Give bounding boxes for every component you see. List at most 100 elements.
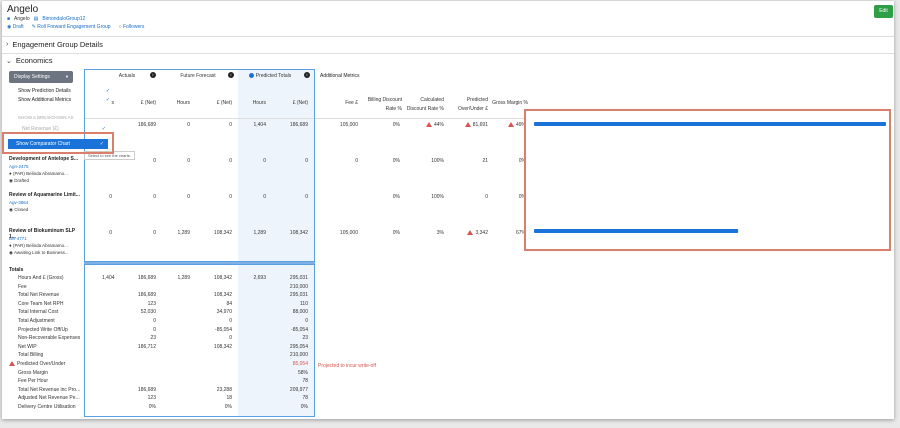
- totals-cell: 18: [226, 395, 232, 402]
- totals-cell: 78: [302, 395, 308, 402]
- totals-cell: 108,342: [213, 275, 232, 281]
- check-icon: ✓: [105, 97, 110, 103]
- totals-cell: 186,712: [137, 343, 156, 350]
- app-window: Angelo ■ Angelo ▤ BimondaloGroup12 ◉ Dra…: [2, 1, 894, 419]
- totals-cell: 0: [229, 335, 232, 342]
- menu-heading-breakdown: SHOW £ BREAKDOWN AS: [18, 115, 74, 120]
- divider: [2, 36, 894, 37]
- warning-icon: [9, 361, 15, 366]
- warning-icon: [425, 122, 432, 127]
- menu-item-show-prediction-details[interactable]: Show Prediction Details ✓: [18, 88, 110, 94]
- subhdr-gross-margin: Gross Margin %: [492, 100, 528, 106]
- totals-cell: 23: [150, 335, 156, 342]
- totals-row: Predicted Over/Under 85,054: [2, 361, 322, 369]
- totals-row-label: Fee: [18, 283, 27, 290]
- totals-row: Fee 210,000: [2, 284, 322, 292]
- col-additional-metrics: Additional Metrics: [320, 73, 360, 79]
- totals-row: Projected Write Off/Up 0 -85,054 -85,054: [2, 327, 322, 335]
- totals-row-label: Net WIP: [18, 343, 37, 350]
- status-icon: ◉: [9, 178, 13, 183]
- project-code[interactable]: Agv-3864: [9, 200, 28, 205]
- totals-cell: 210,000: [289, 352, 308, 359]
- totals-cell: 78: [302, 378, 308, 385]
- totals-cell: 88,000: [292, 309, 308, 316]
- totals-row: Total Billing 210,000: [2, 352, 322, 360]
- client-name: Angelo: [14, 16, 30, 22]
- subhdr-predicted-over-under: Predicted Over/Under £: [457, 97, 488, 112]
- totals-row: Total Adjustment 0 0 0: [2, 318, 322, 326]
- totals-row-label: Total Adjustment: [18, 318, 55, 324]
- chart-bar-0: [534, 122, 886, 126]
- status-draft[interactable]: ◉ Draft: [7, 24, 24, 30]
- group-icon: ▤: [33, 16, 39, 22]
- comparator-chart: [524, 109, 891, 251]
- totals-cell: 1,289: [177, 275, 190, 281]
- totals-row: Gross Margin 58%: [2, 370, 322, 378]
- totals-row: Delivery Centre Utilisation 0% 0% 0%: [2, 404, 322, 412]
- roll-forward-link[interactable]: ✎ Roll Forward Engagement Group: [32, 24, 111, 30]
- status-icon: ◉: [9, 250, 13, 255]
- status-icon: ◉: [7, 24, 12, 30]
- project-code[interactable]: Biv-4771: [9, 236, 27, 241]
- chart-bar-1: [534, 229, 739, 233]
- totals-cell: 0: [305, 318, 308, 324]
- warning-icon: [467, 230, 474, 235]
- totals-row: Total Internal Cost 52,030 34,970 88,000: [2, 309, 322, 317]
- divider: [2, 53, 894, 54]
- totals-cell: 123: [147, 300, 156, 307]
- status-icon: ◉: [9, 207, 13, 212]
- projected-note: Projected to incur write-off: [318, 363, 376, 369]
- chevron-right-icon: ›: [6, 41, 9, 48]
- project-code[interactable]: Agn-2475: [9, 164, 29, 169]
- totals-cell: 108,342: [213, 343, 232, 350]
- totals-row-label: Hours And £ (Gross): [18, 275, 64, 281]
- warning-icon: [464, 122, 471, 127]
- totals-cell: 186,689: [137, 386, 156, 393]
- totals-row: Net WIP 186,712 108,342 295,054: [2, 344, 322, 352]
- totals-cell: 0: [153, 318, 156, 324]
- menu-item-show-additional-metrics[interactable]: Show Additional Metrics ✓: [18, 97, 110, 103]
- section-economics[interactable]: ⌄ Economics: [6, 56, 53, 65]
- totals-cell: 85,054: [292, 361, 308, 367]
- totals-cell: 34,970: [216, 309, 232, 316]
- totals-row-label: Predicted Over/Under: [9, 361, 65, 367]
- section-engagement-group-details[interactable]: › Engagement Group Details: [6, 40, 103, 49]
- totals-row-label: Total Internal Cost: [18, 309, 59, 316]
- totals-row-label: Total Billing: [18, 352, 44, 359]
- totals-cell: 186,689: [137, 275, 156, 281]
- comparator-chart-svg: [534, 122, 886, 233]
- totals-cell: 295,031: [289, 292, 308, 299]
- totals-cell: 23,288: [216, 386, 232, 393]
- totals-row-label: Delivery Centre Utilisation: [18, 404, 76, 410]
- totals-row-label: Total Net Revenue inc Pro...: [18, 386, 81, 393]
- totals-title: Totals: [9, 267, 24, 273]
- page-title: Angelo: [7, 4, 39, 15]
- totals-cell: 0%: [148, 404, 156, 410]
- project-name[interactable]: Review of Aquamarine Limit...: [9, 192, 83, 198]
- totals-cell: 1,404: [102, 275, 115, 281]
- totals-row: Total Net Revenue 186,689 108,342 295,031: [2, 292, 322, 300]
- followers-link[interactable]: ○ Followers: [119, 24, 145, 30]
- totals-row: Hours And £ (Gross) 1,404 186,689 1,289 108,…: [2, 275, 322, 283]
- totals-cell: 186,689: [137, 292, 156, 299]
- edit-button[interactable]: Edit: [874, 5, 893, 18]
- totals-row: Adjusted Net Revenue Pe... 123 18 78: [2, 395, 322, 403]
- totals-cell: 210,000: [289, 283, 308, 290]
- warning-icon: [507, 122, 514, 127]
- user-icon: ●: [9, 243, 12, 248]
- user-icon: ●: [9, 171, 12, 176]
- totals-row-label: Projected Write Off/Up: [18, 326, 68, 333]
- totals-cell: 110: [300, 300, 308, 307]
- project-name[interactable]: Development of Antelope S...: [9, 156, 83, 162]
- totals-cell: 295,031: [289, 275, 308, 281]
- totals-row: Fee Per Hour 78: [2, 378, 322, 386]
- caret-down-icon: ▼: [65, 74, 69, 79]
- subhdr-fee: Fee £: [345, 100, 358, 106]
- totals-cell: 0%: [300, 404, 308, 410]
- subhdr-billing-discount: Billing Discount Rate %: [367, 97, 402, 112]
- org-icon: ■: [7, 16, 11, 22]
- totals-row-label: Adjusted Net Revenue Pe...: [18, 395, 80, 402]
- display-settings-button[interactable]: Display Settings ▼: [9, 71, 73, 83]
- highlight-callout: [2, 132, 114, 154]
- group-link[interactable]: BimondaloGroup12: [42, 16, 85, 22]
